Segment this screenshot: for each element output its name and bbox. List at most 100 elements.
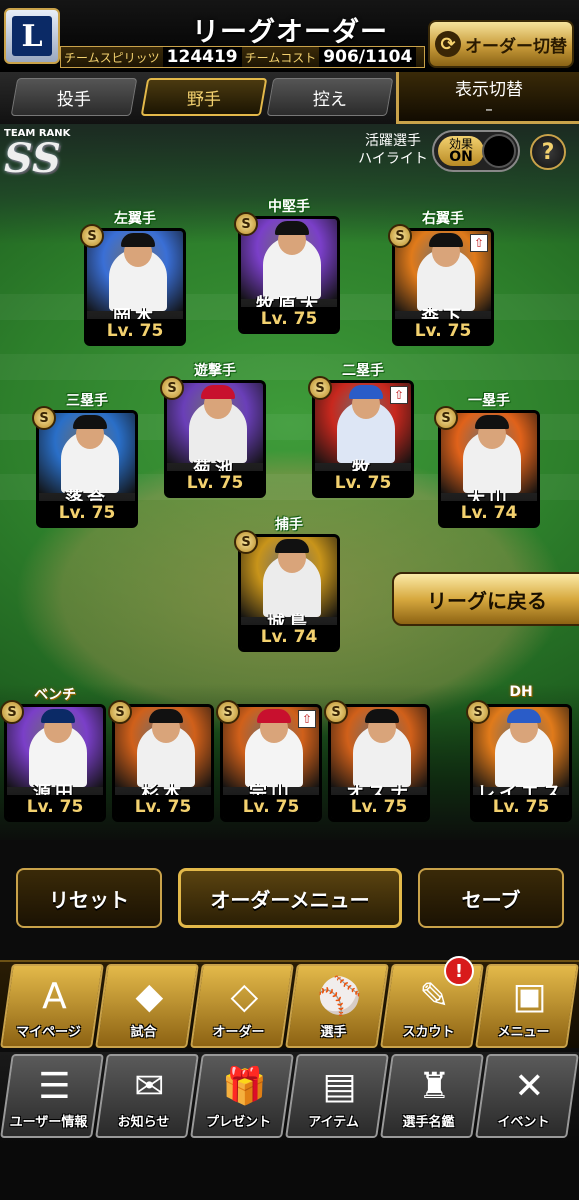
team-logo-letter: L [12,16,52,56]
nav-icon: ✉ [134,1065,165,1107]
player-slot-second-base[interactable]: 二塁手牧 Lv. 75 S ⇧ [308,360,414,498]
nav-icon: ◆ [135,975,163,1017]
upgrade-arrow-icon: ⇧ [298,710,316,728]
nav-icon: A [41,975,67,1017]
rank-badge-icon: S [434,406,458,430]
player-card[interactable]: レイエス Lv. 75 [470,704,572,822]
player-slot-bench[interactable]: オスナ Lv. 75 S [324,684,430,822]
nav-item-primary[interactable]: ▣ メニュー [475,964,579,1048]
nav-item-primary[interactable]: A マイページ [0,964,104,1048]
nav-item-secondary[interactable]: ☰ ユーザー情報 [0,1054,104,1138]
back-to-league-button[interactable]: リーグに戻る [392,572,579,626]
player-level: Lv. 75 [315,471,411,495]
player-cap [365,709,399,723]
nav-label: 選手 [320,1025,347,1040]
nav-label: 選手名鑑 [402,1115,455,1130]
nav-item-secondary[interactable]: ♜ 選手名鑑 [380,1054,485,1138]
rank-badge-icon: S [466,700,490,724]
player-level: Lv. 75 [241,307,337,331]
save-button[interactable]: セーブ [418,868,564,928]
highlight-label-line1: 活躍選手 [365,133,421,149]
position-label: 三塁手 [66,393,108,409]
position-label [328,684,430,704]
player-card[interactable]: 落合 Lv. 75 [36,410,138,528]
player-level: Lv. 75 [331,795,427,819]
nav-label: お知らせ [117,1115,170,1130]
player-cap [257,709,291,723]
notification-badge: ! [444,956,474,986]
display-toggle-button[interactable]: 表示切替 – [396,72,579,124]
nav-label: マイページ [15,1025,81,1040]
position-label [112,684,214,704]
player-slot-bench[interactable]: 宗山 Lv. 75 S ⇧ [216,684,322,822]
player-cap [275,221,309,235]
nav-item-secondary[interactable]: ✉ お知らせ [94,1054,199,1138]
player-level: Lv. 75 [115,795,211,819]
player-slot-first-base[interactable]: 一塁手 大山 Lv. 74 S [434,390,540,528]
order-menu-button[interactable]: オーダーメニュー [178,868,402,928]
nav-label: スカウト [402,1025,455,1040]
player-level: Lv. 75 [167,471,263,495]
nav-label: メニュー [497,1025,550,1040]
help-icon[interactable]: ? [530,134,566,170]
player-cap [507,709,541,723]
rank-badge-icon: S [324,700,348,724]
player-card[interactable]: 大山 Lv. 74 [438,410,540,528]
nav-item-primary[interactable]: ◇ オーダー [189,964,294,1048]
reset-button[interactable]: リセット [16,868,162,928]
nav-item-secondary[interactable]: ▤ アイテム [285,1054,389,1138]
player-slot-left-field[interactable]: 左翼手 岡本 Lv. 75 S [80,208,186,346]
nav-icon: ▣ [512,975,547,1017]
rank-badge-icon: S [216,700,240,724]
position-label: ベンチ [34,687,76,703]
player-card[interactable]: 岡本 Lv. 75 [84,228,186,346]
player-card[interactable]: オスナ Lv. 75 [328,704,430,822]
position-label: 遊撃手 [194,363,236,379]
highlight-label: 活躍選手 ハイライト [358,132,428,168]
player-card[interactable]: 杉本 Lv. 75 [112,704,214,822]
position-label: 捕手 [275,517,303,533]
player-slot-center-field[interactable]: 中堅手 牧原大 Lv. 75 S [234,196,340,334]
nav-item-secondary[interactable]: 🎁 プレゼント [189,1054,294,1138]
player-slot-third-base[interactable]: 三塁手 落合 Lv. 75 S [32,390,138,528]
player-cap [275,539,309,553]
player-slot-right-field[interactable]: 右翼手 森下 Lv. 75 S ⇧ [388,208,494,346]
rank-badge-icon: S [160,376,184,400]
swap-icon: ⟳ [435,31,461,57]
player-card[interactable]: 菊池 Lv. 75 [164,380,266,498]
player-card[interactable]: 源田 Lv. 75 [4,704,106,822]
tab-fielder[interactable]: 野手 [140,78,268,116]
player-cap [73,415,107,429]
tab-label: 控え [313,89,347,110]
tab-pitcher[interactable]: 投手 [10,78,138,116]
position-label: 左翼手 [114,211,156,227]
nav-item-secondary[interactable]: ✕ イベント [475,1054,579,1138]
player-cap [429,233,463,247]
highlight-toggle-bottom: ON [449,149,473,165]
player-card[interactable]: 牧原大 Lv. 75 [238,216,340,334]
nav-item-primary[interactable]: ⚾ 選手 [285,964,389,1048]
player-card[interactable]: 城島 Lv. 74 [238,534,340,652]
toggle-knob [482,134,516,168]
nav-label: 試合 [130,1025,157,1040]
rank-badge-icon: S [308,376,332,400]
nav-icon: ✕ [514,1065,545,1107]
tab-label: 投手 [57,89,91,110]
position-label: DH [509,684,533,700]
player-slot-catcher[interactable]: 捕手 城島 Lv. 74 S [234,514,340,652]
display-toggle-label: 表示切替 [455,80,523,100]
rank-badge-icon: S [234,530,258,554]
highlight-toggle[interactable]: 効果 ON [432,130,520,172]
player-cap [201,385,235,399]
player-level: Lv. 75 [7,795,103,819]
player-slot-dh[interactable]: DH レイエス Lv. 75 S [466,684,572,822]
player-slot-shortstop[interactable]: 遊撃手 菊池 Lv. 75 S [160,360,266,498]
player-slot-bench[interactable]: 杉本 Lv. 75 S [108,684,214,822]
nav-icon: ⚾ [317,976,362,1017]
primary-nav: A マイページ ◆ 試合 ◇ オーダー ⚾ 選手 ✎ スカウト ▣ メニュー [0,960,579,1048]
rank-badge-icon: S [388,224,412,248]
tab-reserve[interactable]: 控え [266,78,394,116]
nav-item-primary[interactable]: ◆ 試合 [94,964,199,1048]
player-slot-bench[interactable]: ベンチ 源田 Lv. 75 S [0,684,106,822]
order-switch-button[interactable]: ⟳ オーダー切替 [428,20,574,68]
